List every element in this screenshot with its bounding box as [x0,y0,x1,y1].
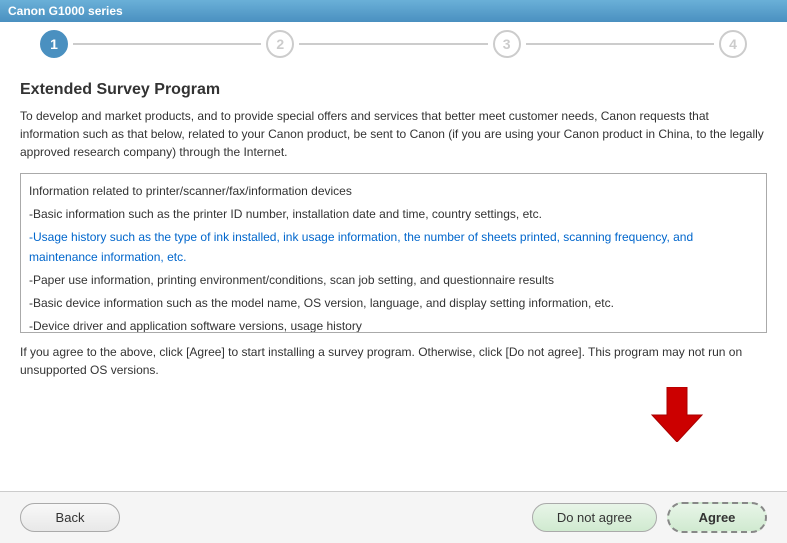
agree-arrow-icon [647,387,707,442]
right-buttons: Do not agree Agree [532,502,767,533]
info-line-4: -Basic device information such as the mo… [29,294,758,313]
title-bar: Canon G1000 series [0,0,787,22]
do-not-agree-button[interactable]: Do not agree [532,503,657,532]
step-connector-3 [526,43,714,45]
content-area: Extended Survey Program To develop and m… [0,66,787,491]
step-3: 3 [493,30,521,58]
intro-text: To develop and market products, and to p… [20,107,767,161]
step-circle-1: 1 [40,30,68,58]
arrow-area [20,387,767,442]
back-button[interactable]: Back [20,503,120,532]
step-circle-3: 3 [493,30,521,58]
buttons-bar: Back Do not agree Agree [0,491,787,543]
info-line-5: -Device driver and application software … [29,317,758,333]
step-circle-2: 2 [266,30,294,58]
step-connector-2 [299,43,487,45]
main-container: 1 2 3 4 Extended Survey Program To devel… [0,22,787,543]
title-bar-label: Canon G1000 series [8,4,123,18]
info-line-2: -Usage history such as the type of ink i… [29,228,758,266]
step-1: 1 [40,30,68,58]
step-connector-1 [73,43,261,45]
info-line-0: Information related to printer/scanner/f… [29,182,758,201]
info-box[interactable]: Information related to printer/scanner/f… [20,173,767,333]
footer-text: If you agree to the above, click [Agree]… [20,343,767,379]
step-4: 4 [719,30,747,58]
page-title: Extended Survey Program [20,81,767,99]
info-line-1: -Basic information such as the printer I… [29,205,758,224]
step-circle-4: 4 [719,30,747,58]
agree-button[interactable]: Agree [667,502,767,533]
steps-bar: 1 2 3 4 [0,22,787,66]
info-line-3: -Paper use information, printing environ… [29,271,758,290]
step-2: 2 [266,30,294,58]
